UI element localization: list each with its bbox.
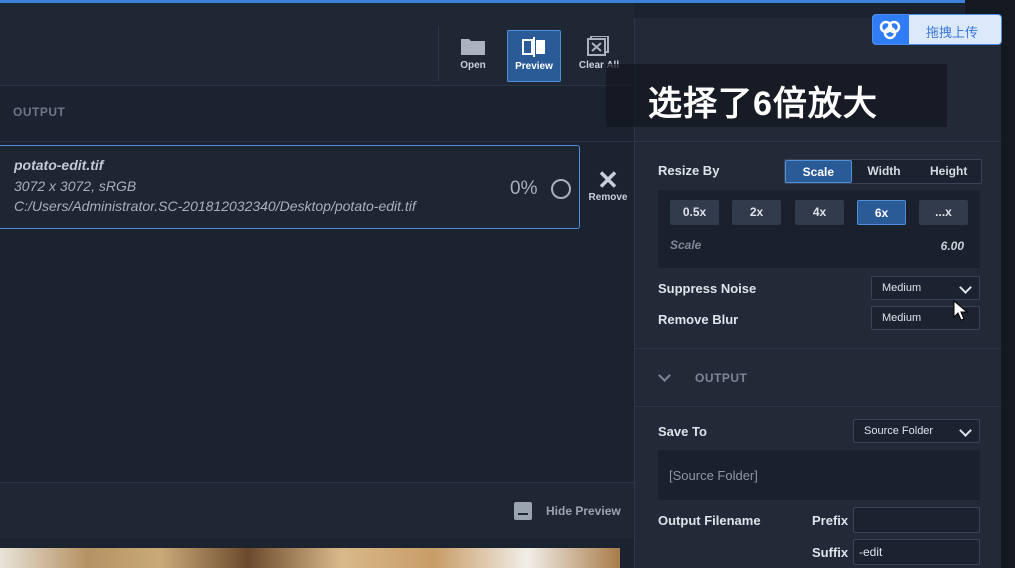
open-button[interactable]: Open — [447, 30, 499, 80]
suffix-label: Suffix — [812, 545, 849, 560]
output-section-title[interactable]: OUTPUT — [695, 371, 747, 385]
scale-label: Scale — [670, 238, 702, 252]
suffix-input[interactable]: -edit — [853, 539, 980, 565]
remove-label: Remove — [588, 192, 628, 203]
preview-label: Preview — [515, 61, 553, 72]
file-dimensions: 3072 x 3072, sRGB — [14, 178, 137, 194]
resize-mode-height[interactable]: Height — [916, 160, 981, 183]
scale-value[interactable]: 6.00 — [910, 239, 964, 253]
mouse-cursor-icon — [953, 300, 969, 321]
resize-by-label: Resize By — [658, 163, 720, 178]
clear-all-icon — [587, 36, 609, 56]
scale-6x-button[interactable]: 6x — [857, 200, 906, 225]
save-to-label: Save To — [658, 424, 707, 439]
remove-blur-label: Remove Blur — [658, 312, 739, 327]
resize-mode-scale[interactable]: Scale — [785, 160, 852, 183]
preview-button[interactable]: Preview — [507, 30, 561, 82]
prefix-label: Prefix — [812, 513, 849, 528]
scrollbar-track[interactable] — [1001, 18, 1015, 568]
chevron-down-icon — [959, 424, 972, 437]
progress-percent: 0% — [510, 178, 538, 199]
prefix-input[interactable] — [853, 507, 980, 533]
file-path: C:/Users/Administrator.SC-201812032340/D… — [14, 198, 416, 214]
caption-text: 选择了6倍放大 — [648, 85, 878, 123]
file-list-item[interactable]: potato-edit.tif 3072 x 3072, sRGB C:/Use… — [0, 145, 580, 229]
remove-button[interactable]: ✕ Remove — [588, 165, 628, 203]
close-icon: ✕ — [597, 165, 619, 195]
scale-custom-button[interactable]: ...x — [919, 200, 968, 225]
folder-icon — [461, 39, 485, 55]
toolbar-separator — [438, 26, 439, 81]
save-path-display[interactable]: [Source Folder] — [658, 450, 980, 500]
file-name: potato-edit.tif — [14, 157, 104, 173]
video-caption-overlay: 选择了6倍放大 — [606, 64, 947, 127]
scale-2x-button[interactable]: 2x — [732, 200, 781, 225]
section-title: OUTPUT — [13, 105, 66, 119]
upload-label: 拖拽上传 — [926, 25, 979, 40]
resize-mode-segmented-control[interactable]: Scale Width Height — [784, 159, 982, 184]
cloud-icon — [873, 15, 909, 44]
split-preview-icon — [522, 37, 545, 57]
output-section-header: OUTPUT — [0, 86, 634, 142]
scale-4x-button[interactable]: 4x — [795, 200, 844, 225]
scale-0-5x-button[interactable]: 0.5x — [670, 200, 719, 225]
suppress-noise-select[interactable]: Medium — [871, 276, 980, 300]
preview-bar: Hide Preview — [0, 482, 634, 539]
upload-button[interactable]: 拖拽上传 — [872, 14, 1002, 45]
divider — [634, 348, 1001, 349]
open-label: Open — [460, 60, 486, 71]
hide-preview-icon[interactable] — [514, 502, 532, 520]
save-to-select[interactable]: Source Folder — [853, 419, 980, 443]
resize-mode-width[interactable]: Width — [852, 160, 917, 183]
save-path-text: [Source Folder] — [669, 468, 758, 483]
chevron-down-icon — [959, 281, 972, 294]
remove-blur-value: Medium — [882, 312, 922, 324]
divider — [634, 406, 1001, 407]
hide-preview-button[interactable]: Hide Preview — [546, 504, 621, 518]
preview-image — [0, 548, 620, 568]
progress-ring-icon — [551, 179, 571, 199]
suppress-noise-value: Medium — [882, 282, 922, 294]
output-filename-label: Output Filename — [658, 513, 761, 528]
save-to-value: Source Folder — [864, 425, 934, 437]
suppress-noise-label: Suppress Noise — [658, 281, 757, 296]
